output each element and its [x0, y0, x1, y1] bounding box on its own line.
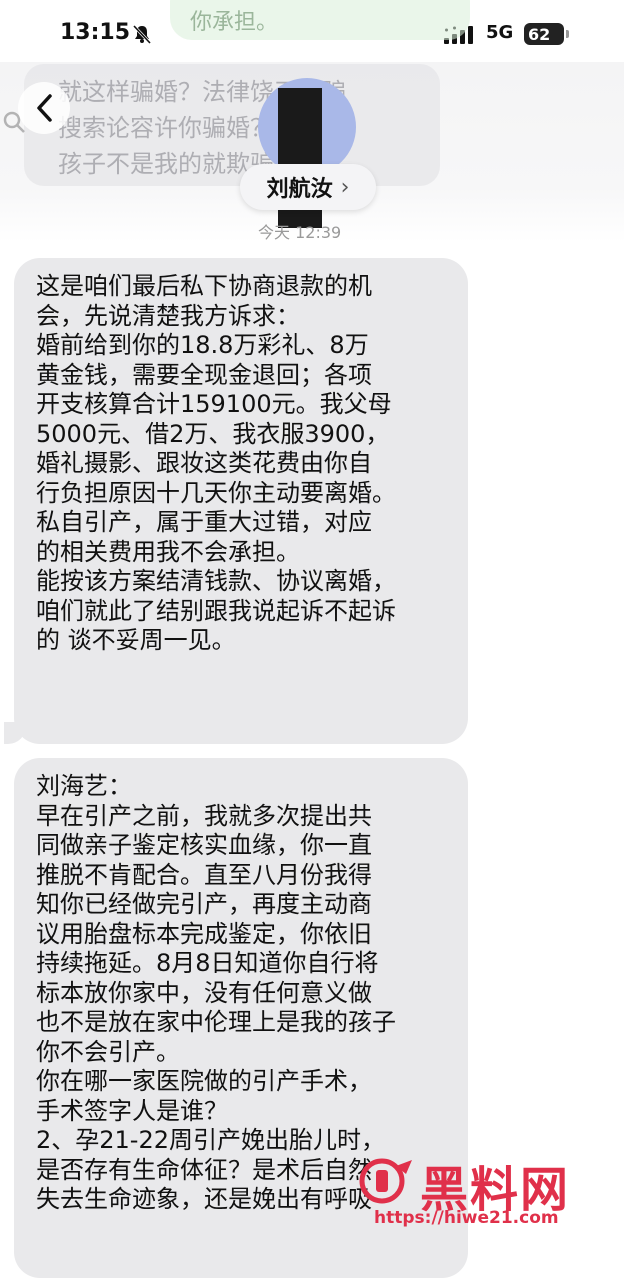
message-line: 手术签字人是谁？: [36, 1096, 228, 1125]
back-button[interactable]: [18, 82, 70, 134]
watermark-url: https://hiwe21.com: [374, 1208, 559, 1228]
received-message-bubble[interactable]: 这是咱们最后私下协商退款的机 会，先说清楚我方诉求： 婚前给到你的18.8万彩礼…: [14, 258, 468, 744]
message-timestamp: 今天 12:39: [258, 223, 342, 242]
message-line: 私自引产，属于重大过错，对应: [36, 508, 372, 536]
status-time: 13:15: [60, 20, 131, 45]
message-line: 能按该方案结清钱款、协议离婚，: [36, 567, 396, 595]
message-line: 会，先说清楚我方诉求：: [36, 301, 300, 330]
message-line: 议用胎盘标本完成鉴定，你依旧: [36, 919, 372, 948]
scrolled-message-text: 就这样骗婚？法律饶了你骗 搜索论容许你骗婚？明知道 孩子不是我的就欺骗婚: [58, 78, 346, 178]
message-line: 5000元、借2万、我衣服3900，: [36, 419, 390, 448]
message-line: 早在引产之前，我就多次提出共: [36, 801, 372, 830]
message-line: 咱们就此了结别跟我说起诉不起诉: [36, 596, 396, 625]
chevron-left-icon: [37, 94, 52, 122]
message-line: 黄金钱，需要全现金退回；各项: [36, 360, 372, 389]
message-line: 也不是放在家中伦理上是我的孩子: [36, 1008, 396, 1036]
message-line: 你不会引产。: [36, 1037, 180, 1066]
battery-level: 62: [528, 24, 551, 44]
previous-sent-text: 你承担。: [190, 10, 279, 35]
message-line: 持续拖延。8月8日知道你自行将: [36, 949, 379, 977]
message-line: 标本放你家中，没有任何意义做: [36, 978, 372, 1007]
contact-name-button[interactable]: 刘航汝 ›: [240, 164, 376, 210]
message-line: 的相关费用我不会承担。: [36, 537, 300, 566]
message-line: 行负担原因十几天你主动要离婚。: [36, 478, 396, 507]
network-type: 5G: [486, 22, 514, 43]
bubble-tail: [4, 722, 26, 744]
message-line: 的 谈不妥周一见。: [36, 626, 236, 654]
chevron-right-icon: ›: [340, 174, 350, 200]
bell-muted-icon: [132, 24, 152, 44]
watermark-logo-icon: [359, 1158, 412, 1204]
message-line: 开支核算合计159100元。我父母: [36, 390, 392, 418]
message-line: 你在哪一家医院做的引产手术，: [36, 1067, 372, 1095]
message-line: 婚礼摄影、跟妆这类花费由你自: [36, 449, 372, 477]
message-line: 推脱不肯配合。直至八月份我得: [36, 860, 372, 889]
contact-name: 刘航汝: [266, 177, 333, 202]
message-line: 知你已经做完引产，再度主动商: [36, 890, 372, 918]
message-line: 同做亲子鉴定核实血缘，你一直: [36, 831, 372, 859]
message-line: 这是咱们最后私下协商退款的机: [36, 272, 372, 300]
message-line: 刘海艺：: [36, 772, 132, 800]
battery-icon: 62: [524, 23, 564, 45]
message-line: 2、孕21-22周引产娩出胎儿时，: [36, 1126, 386, 1154]
message-line: 婚前给到你的18.8万彩礼、8万: [36, 331, 369, 359]
battery-nub: [566, 30, 569, 38]
